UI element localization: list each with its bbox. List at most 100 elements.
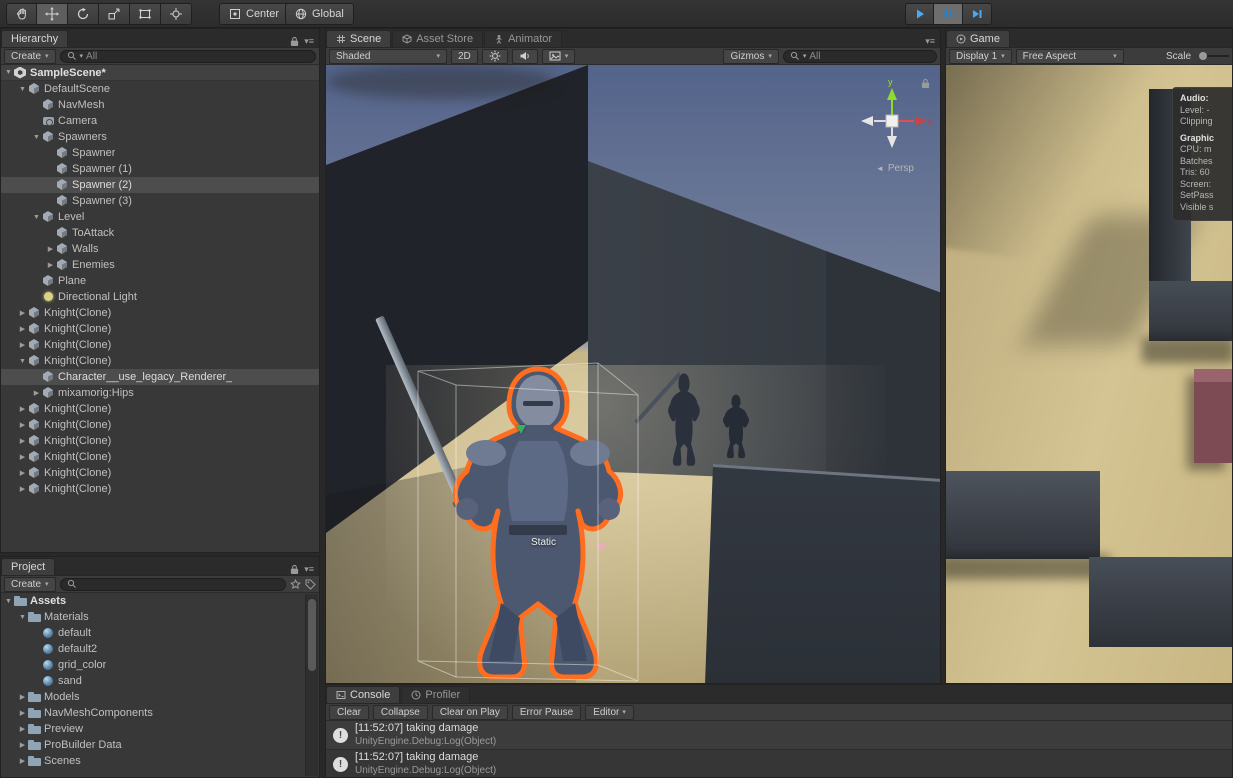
tree-row[interactable]: ▼ Assets xyxy=(1,593,305,609)
tree-row[interactable]: NavMesh xyxy=(1,97,319,113)
collapse-icon[interactable]: ▼ xyxy=(17,358,28,365)
expand-icon[interactable]: ▶ xyxy=(17,693,28,701)
collapse-icon[interactable]: ▼ xyxy=(31,214,42,221)
tab-scene[interactable]: Scene xyxy=(326,30,392,47)
tree-row[interactable]: ▶ Knight(Clone) xyxy=(1,401,319,417)
scale-slider[interactable] xyxy=(1199,52,1229,60)
orientation-mode-button[interactable]: Global xyxy=(285,3,354,25)
hierarchy-search-input[interactable]: ▾ All xyxy=(59,49,316,63)
expand-icon[interactable]: ▶ xyxy=(17,437,28,445)
rotate-tool-button[interactable] xyxy=(68,3,99,25)
tree-row[interactable]: Plane xyxy=(1,273,319,289)
tree-row[interactable]: ▶ Walls xyxy=(1,241,319,257)
tree-row[interactable]: Spawner xyxy=(1,145,319,161)
collapse-button[interactable]: Collapse xyxy=(372,704,428,720)
pause-button[interactable] xyxy=(934,3,963,25)
tree-row[interactable]: Camera xyxy=(1,113,319,129)
tree-row[interactable]: Spawner (3) xyxy=(1,193,319,209)
collapse-icon[interactable]: ▼ xyxy=(3,69,14,76)
collapse-icon[interactable]: ▼ xyxy=(31,134,42,141)
projection-mode[interactable]: ◄ Persp xyxy=(876,163,914,174)
tree-row[interactable]: ▶ mixamorig:Hips xyxy=(1,385,319,401)
project-scrollbar[interactable] xyxy=(305,594,318,776)
transform-tool-button[interactable] xyxy=(161,3,192,25)
lock-icon[interactable] xyxy=(290,36,299,47)
scene-viewport[interactable]: Static y x ◄ Persp xyxy=(326,65,940,683)
tab-console[interactable]: Console xyxy=(326,686,401,703)
expand-icon[interactable]: ▶ xyxy=(17,709,28,717)
collapse-icon[interactable]: ▼ xyxy=(17,614,28,621)
expand-icon[interactable]: ▶ xyxy=(17,405,28,413)
project-search-input[interactable] xyxy=(59,577,286,591)
lock-icon[interactable] xyxy=(290,564,299,575)
search-filter-icon[interactable]: ▾ xyxy=(803,52,807,60)
create-dropdown[interactable]: Create ▾ xyxy=(4,48,56,64)
create-dropdown[interactable]: Create ▾ xyxy=(4,576,56,592)
tree-row[interactable]: default xyxy=(1,625,305,641)
pivot-mode-button[interactable]: Center xyxy=(219,3,290,25)
panel-menu-icon[interactable]: ▾≡ xyxy=(304,36,314,47)
panel-menu-icon[interactable]: ▾≡ xyxy=(304,564,314,575)
scene-header-row[interactable]: ▼ SampleScene* xyxy=(1,65,319,81)
scene-audio-toggle[interactable] xyxy=(511,48,538,64)
game-viewport[interactable]: Audio: Level: - Clipping Graphic CPU: m … xyxy=(946,65,1232,683)
console-log-entry[interactable]: [11:52:07] taking damage UnityEngine.Debu… xyxy=(326,721,1232,750)
tree-row[interactable]: ▶ Knight(Clone) xyxy=(1,417,319,433)
tree-row[interactable]: Spawner (1) xyxy=(1,161,319,177)
console-log-entry[interactable]: [11:52:07] taking damage UnityEngine.Debu… xyxy=(326,750,1232,777)
collapse-icon[interactable]: ▼ xyxy=(3,598,14,605)
expand-icon[interactable]: ▶ xyxy=(45,245,56,253)
tab-project[interactable]: Project xyxy=(1,558,56,575)
move-tool-button[interactable] xyxy=(37,3,68,25)
step-button[interactable] xyxy=(963,3,992,25)
collapse-icon[interactable]: ▼ xyxy=(17,86,28,93)
tree-row[interactable]: ▶ Models xyxy=(1,689,305,705)
shading-mode-dropdown[interactable]: Shaded ▾ xyxy=(329,48,447,64)
scrollbar-thumb[interactable] xyxy=(308,599,316,671)
expand-icon[interactable]: ▶ xyxy=(31,389,42,397)
play-button[interactable] xyxy=(905,3,934,25)
selected-knight[interactable] xyxy=(422,361,654,681)
expand-icon[interactable]: ▶ xyxy=(17,309,28,317)
tree-row[interactable]: ▶ Knight(Clone) xyxy=(1,337,319,353)
expand-icon[interactable]: ▶ xyxy=(17,725,28,733)
expand-icon[interactable]: ▶ xyxy=(17,421,28,429)
clear-on-play-button[interactable]: Clear on Play xyxy=(431,704,508,720)
tree-row[interactable]: ▼ DefaultScene xyxy=(1,81,319,97)
tab-animator[interactable]: Animator xyxy=(484,30,563,47)
tree-row[interactable]: Directional Light xyxy=(1,289,319,305)
tree-row[interactable]: ▶ NavMeshComponents xyxy=(1,705,305,721)
expand-icon[interactable]: ▶ xyxy=(17,741,28,749)
tree-row[interactable]: Character__use_legacy_Renderer_ xyxy=(1,369,319,385)
tree-row[interactable]: ▶ Preview xyxy=(1,721,305,737)
tab-profiler[interactable]: Profiler xyxy=(401,686,471,703)
tree-row[interactable]: ▶ ProBuilder Data xyxy=(1,737,305,753)
scene-effects-dropdown[interactable]: ▾ xyxy=(541,48,576,64)
tree-row[interactable]: ▶ Knight(Clone) xyxy=(1,305,319,321)
tree-row[interactable]: ▶ Knight(Clone) xyxy=(1,433,319,449)
tree-row[interactable]: ▶ Knight(Clone) xyxy=(1,449,319,465)
scale-tool-button[interactable] xyxy=(99,3,130,25)
tree-row[interactable]: ▶ Knight(Clone) xyxy=(1,321,319,337)
error-pause-button[interactable]: Error Pause xyxy=(511,704,582,720)
aspect-dropdown[interactable]: Free Aspect ▾ xyxy=(1015,48,1124,64)
expand-icon[interactable]: ▶ xyxy=(17,325,28,333)
tab-hierarchy[interactable]: Hierarchy xyxy=(1,30,69,47)
search-by-label-icon[interactable] xyxy=(305,579,316,590)
expand-icon[interactable]: ▶ xyxy=(45,261,56,269)
tab-game[interactable]: Game xyxy=(946,30,1010,47)
tree-row[interactable]: sand xyxy=(1,673,305,689)
display-dropdown[interactable]: Display 1 ▾ xyxy=(949,48,1012,64)
expand-icon[interactable]: ▶ xyxy=(17,453,28,461)
scene-search-input[interactable]: ▾ All xyxy=(782,49,938,63)
tree-row[interactable]: ▼ Spawners xyxy=(1,129,319,145)
gizmos-dropdown[interactable]: Gizmos ▾ xyxy=(723,48,779,64)
tree-row[interactable]: ▶ Knight(Clone) xyxy=(1,481,319,497)
search-filter-icon[interactable]: ▾ xyxy=(80,52,84,60)
tree-row[interactable]: ▼ Materials xyxy=(1,609,305,625)
scene-lighting-toggle[interactable] xyxy=(481,48,508,64)
tree-row[interactable]: grid_color xyxy=(1,657,305,673)
tree-row[interactable]: ▶ Enemies xyxy=(1,257,319,273)
tab-asset-store[interactable]: Asset Store xyxy=(392,30,484,47)
expand-icon[interactable]: ▶ xyxy=(17,485,28,493)
